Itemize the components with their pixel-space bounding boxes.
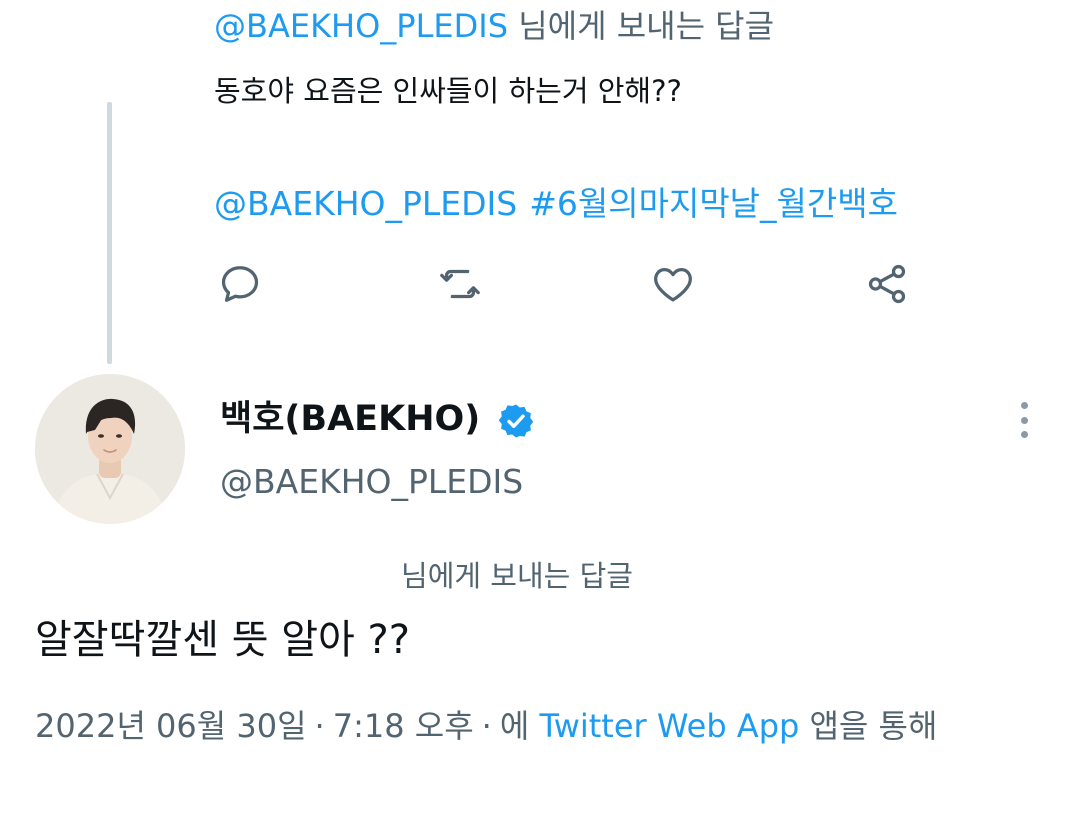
via-prefix: 에 [499,707,530,745]
via-suffix: 앱을 통해 [809,707,938,745]
meta-separator: · [481,707,492,745]
more-options-icon[interactable] [1004,398,1044,442]
meta-separator: · [314,707,325,745]
parent-tweet-tags: @BAEKHO_PLEDIS #6월의마지막날_월간백호 [214,184,898,224]
avatar[interactable] [35,374,185,524]
like-button[interactable] [647,258,699,310]
source-app-link[interactable]: Twitter Web App [539,707,799,745]
verified-badge-icon [497,402,535,440]
thread-connector-line [107,102,112,364]
menu-dot [1020,431,1028,438]
menu-dot [1020,402,1028,409]
profile-photo [35,374,185,524]
reply-button[interactable] [214,258,266,310]
main-tweet-text: 알잘딱깔센 뜻 알아 ?? [35,617,411,663]
hashtag-link[interactable]: #6월의마지막날_월간백호 [529,184,898,223]
replying-to-handle-link[interactable]: @BAEKHO_PLEDIS [214,7,508,45]
tweet-time[interactable]: 7:18 오후 [333,707,474,745]
share-button[interactable] [861,258,913,310]
main-replying-to: 님에게 보내는 답글 [401,559,633,593]
tweet-meta: 2022년 06월 30일 · 7:18 오후 · 에 Twitter Web App … [35,702,1035,750]
retweet-button[interactable] [434,258,486,310]
retweet-icon [440,269,480,299]
mention-link[interactable]: @BAEKHO_PLEDIS [214,184,517,223]
parent-tweet-text: 동호야 요즘은 인싸들이 하는거 안해?? [214,74,682,108]
tweet-date[interactable]: 2022년 06월 30일 [35,707,307,745]
heart-icon [654,267,692,302]
display-name[interactable]: 백호(BAEKHO) [220,396,480,442]
share-icon [868,264,906,304]
parent-replying-to: @BAEKHO_PLEDIS 님에게 보내는 답글 [214,6,774,46]
replying-to-suffix: 님에게 보내는 답글 [518,7,775,45]
reply-bubble-icon [221,266,259,302]
menu-dot [1020,416,1028,424]
user-handle[interactable]: @BAEKHO_PLEDIS [220,460,523,504]
